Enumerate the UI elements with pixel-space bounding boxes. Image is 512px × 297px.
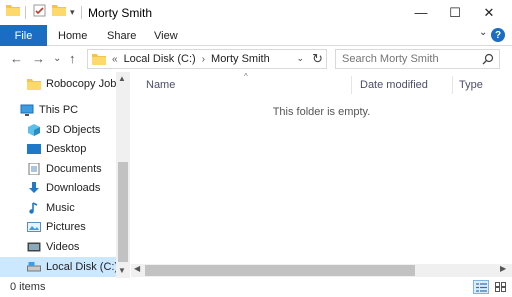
close-button[interactable]: ✕ (472, 0, 506, 25)
folder-icon (27, 78, 41, 90)
address-bar[interactable]: « Local Disk (C:) › Morty Smith ⌄ ↻ (87, 49, 327, 69)
breadcrumb-separator[interactable]: › (202, 54, 205, 65)
divider (81, 6, 82, 19)
column-headers: ^ Name Date modified Type (131, 72, 512, 98)
nav-item-pictures[interactable]: Pictures (0, 217, 116, 237)
download-icon (27, 182, 41, 194)
nav-item-music[interactable]: Music (0, 198, 116, 218)
address-row: ← → ⌄ ↑ « Local Disk (C:) › Morty Smith … (0, 46, 512, 72)
nav-item-videos[interactable]: Videos (0, 237, 116, 257)
empty-folder-message: This folder is empty. (272, 106, 371, 118)
scroll-down-icon[interactable]: ▼ (118, 266, 126, 275)
search-icon (482, 53, 494, 65)
nav-item-label: Local Disk (C:) (46, 261, 116, 273)
folder-icon (92, 53, 106, 65)
nav-item-label: Music (46, 202, 75, 214)
properties-icon[interactable] (33, 4, 46, 17)
nav-item-robocopy[interactable]: Robocopy Job Fi (0, 74, 116, 94)
search-box[interactable] (335, 49, 500, 69)
nav-item-desktop[interactable]: Desktop (0, 139, 116, 159)
nav-item-label: Documents (46, 163, 102, 175)
nav-item-documents[interactable]: Documents (0, 159, 116, 179)
customize-qat-icon[interactable]: ▾ (70, 7, 75, 18)
search-input[interactable] (342, 53, 482, 65)
nav-item-local-disk[interactable]: Local Disk (C:) (0, 257, 116, 277)
help-icon[interactable]: ? (491, 28, 505, 42)
cube-icon (27, 124, 41, 136)
nav-item-label: Downloads (46, 182, 101, 194)
music-icon (27, 202, 41, 214)
recent-locations-button[interactable]: ⌄ (53, 53, 61, 64)
nav-item-downloads[interactable]: Downloads (0, 178, 116, 198)
column-header-date-modified[interactable]: Date modified (360, 79, 428, 91)
details-view-icon[interactable] (473, 280, 489, 294)
ribbon-tabs: File Home Share View ⌄ ? (0, 25, 512, 46)
tab-view[interactable]: View (154, 25, 178, 46)
breadcrumb-local-disk[interactable]: Local Disk (C:) (124, 53, 196, 65)
nav-pane-scrollbar[interactable]: ▲ ▼ (116, 72, 130, 278)
tab-share[interactable]: Share (107, 25, 136, 46)
column-divider[interactable] (452, 76, 453, 94)
nav-item-label: Desktop (46, 143, 87, 155)
item-count: 0 items (10, 281, 46, 293)
scrollbar-thumb[interactable] (145, 265, 415, 276)
column-divider[interactable] (351, 76, 352, 94)
pictures-icon (27, 221, 41, 233)
tab-file[interactable]: File (0, 25, 47, 46)
nav-item-label: 3D Objects (46, 124, 101, 136)
drive-icon (27, 261, 41, 273)
address-dropdown-icon[interactable]: ⌄ (296, 53, 304, 64)
refresh-button[interactable]: ↻ (312, 51, 323, 67)
new-folder-icon[interactable] (52, 4, 66, 16)
documents-icon (27, 162, 41, 176)
scroll-left-icon[interactable]: ◀ (134, 264, 140, 273)
scroll-up-icon[interactable]: ▲ (118, 74, 126, 83)
column-header-name[interactable]: Name (146, 79, 175, 91)
divider (25, 6, 26, 19)
nav-item-3d-objects[interactable]: 3D Objects (0, 120, 116, 140)
status-bar: 0 items (0, 278, 512, 297)
column-header-type[interactable]: Type (459, 79, 483, 91)
forward-button[interactable]: → (32, 51, 45, 66)
sort-indicator-icon: ^ (244, 72, 248, 81)
pc-icon (20, 104, 34, 116)
scroll-right-icon[interactable]: ▶ (500, 264, 506, 273)
title-bar: ▾ Morty Smith — ☐ ✕ (0, 0, 512, 25)
back-button[interactable]: ← (10, 51, 23, 66)
nav-item-this-pc[interactable]: This PC (0, 100, 116, 120)
content-horizontal-scrollbar[interactable]: ◀ ▶ (131, 264, 512, 277)
maximize-button[interactable]: ☐ (438, 0, 472, 25)
navigation-pane: Robocopy Job Fi This PC 3D Objects Deskt… (0, 72, 130, 278)
desktop-icon (27, 143, 41, 155)
nav-item-label: Pictures (46, 221, 86, 233)
tab-home[interactable]: Home (58, 25, 87, 46)
nav-item-label: Videos (46, 241, 80, 253)
scrollbar-thumb[interactable] (118, 162, 128, 262)
nav-item-label: Robocopy Job Fi (46, 78, 116, 90)
up-button[interactable]: ↑ (69, 51, 76, 66)
videos-icon (27, 241, 41, 253)
ribbon-expand-icon[interactable]: ⌄ (479, 27, 487, 38)
folder-icon (6, 4, 20, 16)
large-icons-view-icon[interactable] (492, 280, 508, 294)
minimize-button[interactable]: — (404, 0, 438, 25)
breadcrumb-current[interactable]: Morty Smith (211, 53, 270, 65)
nav-item-label: This PC (39, 104, 79, 116)
breadcrumb-overflow[interactable]: « (112, 54, 118, 65)
window-title: Morty Smith (88, 6, 153, 20)
